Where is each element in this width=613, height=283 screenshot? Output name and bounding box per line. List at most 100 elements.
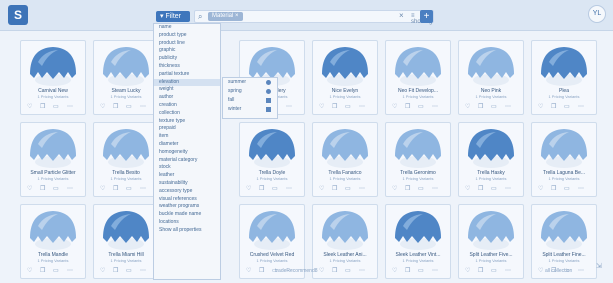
copy-icon[interactable]: ❐ [405,103,410,110]
material-card[interactable]: Trella Mandle 1 Pricing Variants ♡ ❐ ▭ ⋯ [20,204,86,279]
copy-icon[interactable]: ❐ [40,267,45,274]
cart-icon[interactable]: ▭ [126,185,132,192]
copy-icon[interactable]: ❐ [259,185,264,192]
more-icon[interactable]: ⋯ [140,185,146,192]
heart-icon[interactable]: ♡ [246,185,251,192]
dropdown-item[interactable]: leather [154,172,220,180]
more-icon[interactable]: ⋯ [140,267,146,274]
more-icon[interactable]: ⋯ [578,267,584,274]
cart-icon[interactable]: ▭ [53,185,59,192]
heart-icon[interactable]: ♡ [246,267,251,274]
dropdown-item[interactable]: partial texture [154,71,220,79]
heart-icon[interactable]: ♡ [27,267,32,274]
copy-icon[interactable]: ❐ [332,267,337,274]
cart-icon[interactable]: ▭ [418,267,424,274]
dropdown-item[interactable]: visual references [154,196,220,204]
submenu-item[interactable]: summer [223,78,277,87]
dropdown-item[interactable]: material category [154,157,220,165]
more-icon[interactable]: ⋯ [67,185,73,192]
more-icon[interactable]: ⋯ [505,103,511,110]
heart-icon[interactable]: ♡ [392,267,397,274]
cart-icon[interactable]: ▭ [53,103,59,110]
material-card[interactable]: Sleek Leather Ani... 1 Pricing Variants ♡ ❐… [312,204,378,279]
dropdown-item[interactable]: publicity [154,55,220,63]
cart-icon[interactable]: ▭ [126,103,132,110]
more-icon[interactable]: ⋯ [432,103,438,110]
heart-icon[interactable]: ♡ [100,103,105,110]
more-icon[interactable]: ⋯ [505,267,511,274]
copy-icon[interactable]: ❐ [259,267,264,274]
heart-icon[interactable]: ♡ [465,103,470,110]
cart-icon[interactable]: ▭ [272,185,278,192]
material-card[interactable]: Neo Fit Develop... 1 Pricing Variants ♡ ❐ ▭ ⋯ [385,40,451,115]
copy-icon[interactable]: ❐ [405,267,410,274]
cart-icon[interactable]: ▭ [564,185,570,192]
more-icon[interactable]: ⋯ [578,185,584,192]
submenu-item[interactable]: winter [223,105,277,114]
material-card[interactable]: Plea 1 Pricing Variants ♡ ❐ ▭ ⋯ [531,40,597,115]
more-icon[interactable]: ⋯ [359,267,365,274]
dropdown-item[interactable]: product type [154,32,220,40]
dropdown-item[interactable]: Show all properties [154,227,220,235]
dropdown-item[interactable]: elevation [154,78,220,87]
heart-icon[interactable]: ♡ [465,185,470,192]
more-icon[interactable]: ⋯ [286,103,292,110]
material-card[interactable]: Trella Geronimo 1 Pricing Variants ♡ ❐ ▭ ⋯ [385,122,451,197]
material-card[interactable]: Nice Evelyn 1 Pricing Variants ♡ ❐ ▭ ⋯ [312,40,378,115]
scroll-corner-icon[interactable]: ⇲ [596,262,602,270]
more-icon[interactable]: ⋯ [432,185,438,192]
copy-icon[interactable]: ❐ [332,185,337,192]
submenu-item[interactable]: spring [223,87,277,96]
dropdown-item[interactable]: product line [154,40,220,48]
heart-icon[interactable]: ♡ [319,185,324,192]
dropdown-item[interactable]: buckle made name [154,211,220,219]
cart-icon[interactable]: ▭ [345,103,351,110]
material-card[interactable]: Trella Besito 1 Pricing Variants ♡ ❐ ▭ ⋯ [93,122,159,197]
dropdown-item[interactable]: collection [154,110,220,118]
material-card[interactable]: Neo Pink 1 Pricing Variants ♡ ❐ ▭ ⋯ [458,40,524,115]
cart-icon[interactable]: ▭ [418,103,424,110]
cart-icon[interactable]: ▭ [53,267,59,274]
heart-icon[interactable]: ♡ [100,185,105,192]
material-card[interactable]: Sleek Leather Vint... 1 Pricing Variants ♡… [385,204,451,279]
material-card[interactable]: Carnival New 1 Pricing Variants ♡ ❐ ▭ ⋯ [20,40,86,115]
dropdown-item[interactable]: creation [154,102,220,110]
copy-icon[interactable]: ❐ [405,185,410,192]
cart-icon[interactable]: ▭ [491,267,497,274]
more-icon[interactable]: ⋯ [432,267,438,274]
heart-icon[interactable]: ♡ [538,103,543,110]
material-card[interactable]: Split Leather Five... 1 Pricing Variants ♡… [458,204,524,279]
dropdown-item[interactable]: accessory type [154,188,220,196]
heart-icon[interactable]: ♡ [27,103,32,110]
copy-icon[interactable]: ❐ [113,267,118,274]
material-card[interactable]: Trella Hasky 1 Pricing Variants ♡ ❐ ▭ ⋯ [458,122,524,197]
dropdown-item[interactable]: name [154,24,220,32]
more-icon[interactable]: ⋯ [359,185,365,192]
cart-icon[interactable]: ▭ [345,267,351,274]
material-card[interactable]: Trella Laguna Be... 1 Pricing Variants ♡ ❐ ▭… [531,122,597,197]
copy-icon[interactable]: ❐ [40,185,45,192]
cart-icon[interactable]: ▭ [491,185,497,192]
dropdown-item[interactable]: homogeneity [154,149,220,157]
dropdown-item[interactable]: thickness [154,63,220,71]
heart-icon[interactable]: ♡ [27,185,32,192]
heart-icon[interactable]: ♡ [538,185,543,192]
more-icon[interactable]: ⋯ [140,103,146,110]
heart-icon[interactable]: ♡ [319,103,324,110]
dropdown-item[interactable]: diameter [154,141,220,149]
cart-icon[interactable]: ▭ [564,103,570,110]
heart-icon[interactable]: ♡ [392,185,397,192]
heart-icon[interactable]: ♡ [100,267,105,274]
copy-icon[interactable]: ❐ [551,185,556,192]
heart-icon[interactable]: ♡ [392,103,397,110]
copy-icon[interactable]: ❐ [40,103,45,110]
copy-icon[interactable]: ❐ [478,267,483,274]
copy-icon[interactable]: ❐ [332,103,337,110]
copy-icon[interactable]: ❐ [478,185,483,192]
dropdown-item[interactable]: graphic [154,47,220,55]
material-card[interactable]: Trella Miami Hill 1 Pricing Variants ♡ ❐ ▭ ⋯ [93,204,159,279]
dropdown-item[interactable]: author [154,94,220,102]
dropdown-item[interactable]: locations [154,219,220,227]
cart-icon[interactable]: ▭ [345,185,351,192]
copy-icon[interactable]: ❐ [551,103,556,110]
